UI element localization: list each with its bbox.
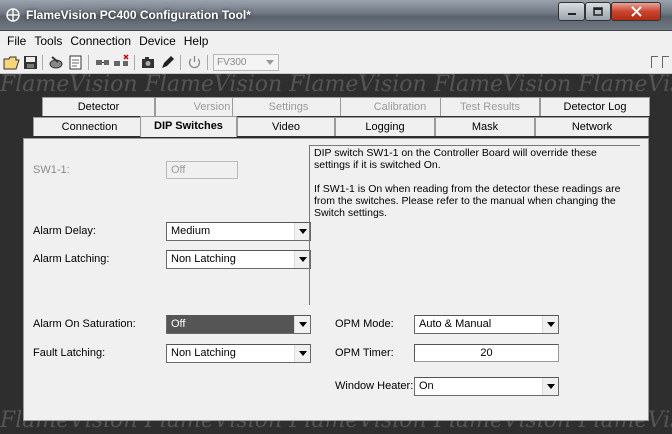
chevron-down-icon bbox=[294, 251, 310, 268]
power-icon[interactable] bbox=[186, 54, 203, 71]
report-icon[interactable] bbox=[67, 54, 84, 71]
app-window: FlameVision PC400 Configuration Tool* Fi… bbox=[0, 0, 672, 434]
menu-file[interactable]: File bbox=[3, 34, 30, 48]
toolbar-separator bbox=[134, 55, 135, 70]
save-icon[interactable] bbox=[22, 54, 39, 71]
alarm-on-saturation-label: Alarm On Saturation: bbox=[33, 318, 136, 330]
menu-bar: File Tools Connection Device Help bbox=[0, 31, 672, 51]
opm-mode-select[interactable]: Auto & Manual bbox=[414, 315, 559, 334]
panel-marker-icon bbox=[651, 56, 658, 68]
read-detector-icon[interactable] bbox=[48, 54, 65, 71]
chevron-down-icon bbox=[294, 223, 310, 240]
maximize-button[interactable] bbox=[585, 2, 611, 21]
tab-logging[interactable]: Logging bbox=[335, 117, 435, 136]
model-select[interactable]: FV300 bbox=[213, 54, 279, 71]
chevron-down-icon bbox=[542, 378, 558, 395]
chevron-down-icon bbox=[294, 316, 310, 333]
toolbar-separator bbox=[180, 55, 181, 70]
connect-icon[interactable] bbox=[94, 54, 111, 71]
title-bar[interactable]: FlameVision PC400 Configuration Tool* bbox=[0, 0, 672, 31]
tab-dip-switches[interactable]: DIP Switches bbox=[140, 116, 237, 137]
opm-timer-field[interactable]: 20 bbox=[414, 344, 559, 362]
opm-timer-label: OPM Timer: bbox=[335, 347, 394, 359]
alarm-latching-value: Non Latching bbox=[171, 253, 236, 265]
minimize-button[interactable] bbox=[558, 2, 585, 21]
toolbar-separator bbox=[88, 55, 89, 70]
toolbar: FV300 bbox=[0, 51, 672, 74]
disconnect-icon[interactable] bbox=[113, 54, 130, 71]
model-select-value: FV300 bbox=[217, 57, 247, 68]
menu-connection[interactable]: Connection bbox=[66, 34, 135, 48]
chevron-down-icon bbox=[263, 56, 277, 69]
tab-settings[interactable]: Settings bbox=[232, 97, 345, 116]
close-icon bbox=[630, 6, 642, 17]
window-heater-value: On bbox=[419, 380, 434, 392]
panel-marker-icon bbox=[662, 56, 669, 68]
window-heater-label: Window Heater: bbox=[335, 380, 414, 392]
alarm-on-saturation-value: Off bbox=[171, 318, 186, 330]
close-button[interactable] bbox=[611, 2, 661, 21]
watermark-row: FlameVision FlameVision FlameVision Flam… bbox=[0, 74, 672, 97]
alarm-delay-value: Medium bbox=[171, 225, 211, 237]
menu-tools[interactable]: Tools bbox=[30, 34, 66, 48]
menu-help[interactable]: Help bbox=[180, 34, 213, 48]
fault-latching-select[interactable]: Non Latching bbox=[166, 344, 311, 363]
tab-video[interactable]: Video bbox=[237, 117, 335, 136]
menu-device[interactable]: Device bbox=[135, 34, 180, 48]
toolbar-separator bbox=[207, 55, 208, 70]
alarm-on-saturation-select[interactable]: Off bbox=[166, 315, 311, 334]
window-title: FlameVision PC400 Configuration Tool* bbox=[26, 8, 251, 22]
info-divider bbox=[310, 145, 640, 146]
maximize-icon bbox=[593, 7, 603, 16]
opm-mode-value: Auto & Manual bbox=[419, 318, 492, 330]
opm-mode-label: OPM Mode: bbox=[335, 318, 394, 330]
app-icon bbox=[6, 8, 20, 22]
window-heater-select[interactable]: On bbox=[414, 377, 559, 396]
alarm-latching-select[interactable]: Non Latching bbox=[166, 250, 311, 269]
minimize-icon bbox=[567, 12, 576, 15]
tab-network[interactable]: Network bbox=[535, 117, 649, 136]
tab-test-results[interactable]: Test Results bbox=[440, 97, 540, 116]
dip-switch-info: DIP switch SW1-1 on the Controller Board… bbox=[309, 145, 640, 305]
sw11-label: SW1-1: bbox=[33, 164, 70, 176]
fault-latching-label: Fault Latching: bbox=[33, 347, 106, 359]
alarm-delay-select[interactable]: Medium bbox=[166, 222, 311, 241]
open-folder-icon[interactable] bbox=[3, 54, 20, 71]
tab-connection[interactable]: Connection bbox=[33, 117, 146, 136]
toolbar-separator bbox=[42, 55, 43, 70]
info-paragraph-2: If SW1-1 is On when reading from the det… bbox=[314, 183, 621, 219]
tab-detector-log[interactable]: Detector Log bbox=[540, 97, 650, 116]
fault-latching-value: Non Latching bbox=[171, 347, 236, 359]
tab-mask[interactable]: Mask bbox=[435, 117, 535, 136]
tab-detector[interactable]: Detector bbox=[42, 97, 155, 116]
sw11-field: Off bbox=[166, 161, 238, 179]
edit-pen-icon[interactable] bbox=[159, 54, 176, 71]
alarm-delay-label: Alarm Delay: bbox=[33, 225, 96, 237]
camera-icon[interactable] bbox=[140, 54, 157, 71]
dip-switches-panel: SW1-1: Off Alarm Delay: Medium Alarm Lat… bbox=[23, 138, 649, 421]
chevron-down-icon bbox=[542, 316, 558, 333]
info-paragraph-1: DIP switch SW1-1 on the Controller Board… bbox=[314, 147, 597, 171]
alarm-latching-label: Alarm Latching: bbox=[33, 253, 110, 265]
chevron-down-icon bbox=[294, 345, 310, 362]
